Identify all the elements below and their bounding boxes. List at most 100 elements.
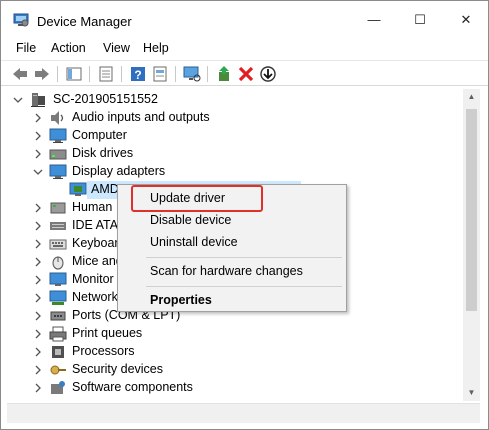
tree-item-label: Software components [72, 380, 193, 394]
computer-name-label: SC-201905151552 [53, 92, 158, 106]
printer-icon [49, 326, 67, 342]
menu-properties[interactable]: Properties [150, 293, 212, 307]
chevron-right-icon[interactable] [33, 292, 43, 304]
monitor-icon [49, 272, 67, 286]
menu-separator [146, 286, 342, 287]
tree-item-label: Human [72, 200, 113, 214]
close-button[interactable]: ✕ [443, 1, 489, 39]
chevron-right-icon[interactable] [33, 112, 43, 124]
tree-item-label: Display adapters [72, 164, 166, 178]
scroll-down-arrow-icon[interactable]: ▼ [463, 385, 480, 401]
tree-item-processors[interactable]: Processors [7, 343, 467, 361]
monitor-icon [49, 128, 67, 143]
menu-help[interactable]: Help [143, 41, 169, 55]
menu-update-driver[interactable]: Update driver [150, 191, 225, 205]
menu-uninstall-device[interactable]: Uninstall device [150, 235, 238, 249]
window-title: Device Manager [37, 14, 132, 29]
tree-root-row[interactable]: SC-201905151552 [7, 91, 467, 109]
tree-item-label: Keyboar [72, 236, 119, 250]
menu-file[interactable]: File [16, 41, 36, 55]
tree-item-disk-drives[interactable]: Disk drives [7, 145, 467, 163]
tree-item-software-components[interactable]: Software components [7, 379, 467, 397]
speaker-icon [51, 111, 64, 125]
maximize-button[interactable]: ☐ [397, 1, 443, 39]
network-adapter-icon [49, 290, 67, 305]
tree-item-label: Audio inputs and outputs [72, 110, 210, 124]
scrollbar-thumb[interactable] [466, 109, 477, 311]
toolbar-separator [121, 66, 122, 82]
update-driver-icon[interactable] [215, 65, 233, 83]
forward-arrow-icon[interactable] [33, 65, 51, 83]
chevron-right-icon[interactable] [33, 220, 43, 232]
tree-item-label: Network [72, 290, 118, 304]
toolbar-separator [89, 66, 90, 82]
tree-item-security-devices[interactable]: Security devices [7, 361, 467, 379]
toolbar-separator [57, 66, 58, 82]
chevron-right-icon[interactable] [33, 148, 43, 160]
tree-item-audio[interactable]: Audio inputs and outputs [7, 109, 467, 127]
port-connector-icon [50, 311, 66, 321]
menu-separator [146, 257, 342, 258]
menu-scan-hardware[interactable]: Scan for hardware changes [150, 264, 303, 278]
title-bar: Device Manager — ☐ ✕ [1, 1, 488, 39]
scan-hardware-monitor-icon[interactable] [183, 65, 201, 83]
tree-item-label: Disk drives [72, 146, 134, 160]
menu-action[interactable]: Action [51, 41, 86, 55]
chevron-down-icon[interactable] [33, 166, 43, 178]
tree-item-label: Computer [72, 128, 127, 142]
status-bar [7, 403, 480, 423]
keyboard-icon [49, 239, 67, 250]
chevron-right-icon[interactable] [33, 202, 43, 214]
menu-bar: File Action View Help [1, 39, 488, 59]
chevron-right-icon[interactable] [33, 328, 43, 340]
svg-text:?: ? [134, 68, 141, 82]
hid-icon [50, 202, 66, 214]
toolbar-separator [207, 66, 208, 82]
menu-disable-device[interactable]: Disable device [150, 213, 231, 227]
properties-sheet-icon[interactable] [97, 65, 115, 83]
graphics-card-icon [69, 182, 87, 196]
show-hide-console-tree-icon[interactable] [65, 65, 83, 83]
mouse-icon [52, 256, 64, 270]
tree-item-computer[interactable]: Computer [7, 127, 467, 145]
processor-chip-icon [52, 346, 64, 358]
software-component-icon [51, 381, 65, 394]
toolbar-separator [175, 66, 176, 82]
tree-item-label: Processors [72, 344, 135, 358]
tree-item-label: IDE ATA/ [72, 218, 122, 232]
tree-item-label: AMD [91, 182, 119, 196]
security-key-icon [50, 365, 66, 375]
chevron-right-icon[interactable] [33, 364, 43, 376]
vertical-scrollbar[interactable]: ▲ ▼ [463, 89, 480, 401]
disk-drive-icon [49, 149, 67, 160]
chevron-right-icon[interactable] [33, 382, 43, 394]
chevron-right-icon[interactable] [33, 130, 43, 142]
chevron-down-icon[interactable] [13, 94, 23, 106]
computer-tower-icon [31, 93, 45, 107]
tree-item-display-adapters[interactable]: Display adapters [7, 163, 467, 181]
tree-item-label: Mice and [72, 254, 123, 268]
chevron-right-icon[interactable] [33, 274, 43, 286]
menu-view[interactable]: View [103, 41, 130, 55]
tree-item-label: Monitor [72, 272, 114, 286]
tree-item-label: Security devices [72, 362, 164, 376]
help-icon[interactable]: ? [129, 65, 147, 83]
download-arrow-circle-icon[interactable] [259, 65, 277, 83]
uninstall-red-x-icon[interactable] [237, 65, 255, 83]
toolbar: ? [1, 60, 488, 86]
chevron-right-icon[interactable] [33, 238, 43, 250]
chevron-right-icon[interactable] [33, 256, 43, 268]
display-adapter-icon [49, 164, 67, 179]
tree-item-print-queues[interactable]: Print queues [7, 325, 467, 343]
scroll-up-arrow-icon[interactable]: ▲ [463, 89, 480, 105]
chevron-right-icon[interactable] [33, 310, 43, 322]
ide-controller-icon [50, 222, 66, 230]
chevron-right-icon[interactable] [33, 346, 43, 358]
tree-item-label: Print queues [72, 326, 143, 340]
back-arrow-icon[interactable] [11, 65, 29, 83]
device-manager-window: Device Manager — ☐ ✕ File Action View He… [0, 0, 489, 430]
minimize-button[interactable]: — [351, 1, 397, 39]
device-manager-app-icon [13, 13, 29, 27]
context-menu: Update driver Disable device Uninstall d… [117, 184, 347, 312]
action-sheet-icon[interactable] [151, 65, 169, 83]
